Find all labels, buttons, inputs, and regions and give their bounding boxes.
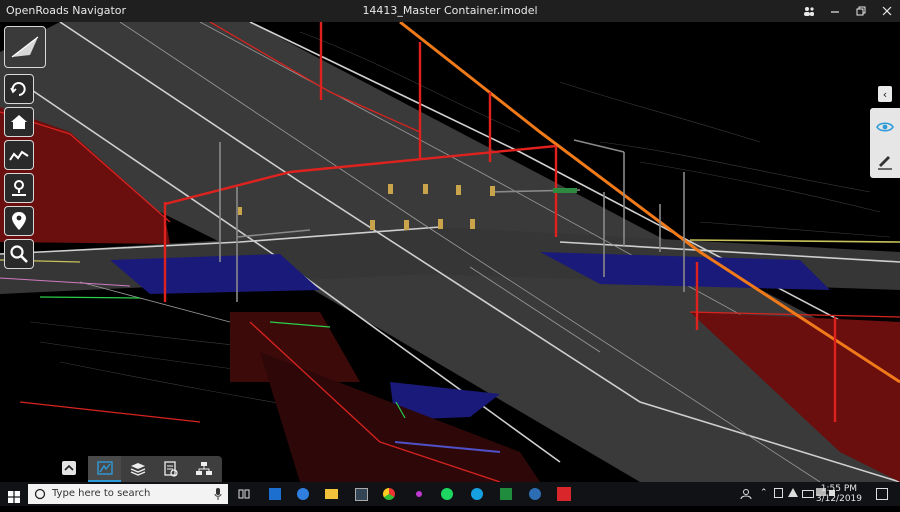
search-circle-icon <box>34 488 46 500</box>
title-bar: OpenRoads Navigator 14413_Master Contain… <box>0 0 900 22</box>
home-icon[interactable] <box>4 107 34 137</box>
tree-icon[interactable] <box>187 456 220 482</box>
3d-model-viewport[interactable] <box>0 22 900 482</box>
document-title: 14413_Master Container.imodel <box>362 4 538 17</box>
warning-icon[interactable] <box>788 488 798 512</box>
expand-toolbar-button[interactable] <box>62 461 76 475</box>
lock-icon[interactable] <box>774 488 783 512</box>
windows-start-icon[interactable] <box>8 488 20 507</box>
search-placeholder: Type here to search <box>52 488 151 499</box>
search-icon[interactable] <box>4 239 34 269</box>
minimize-icon[interactable] <box>822 0 848 22</box>
road-model-scene <box>0 22 900 482</box>
layers-icon[interactable] <box>121 456 154 482</box>
spotify-icon[interactable] <box>440 487 454 501</box>
bottom-toolbar <box>88 456 222 482</box>
windows-taskbar: Type here to search ⌃ 1:55 PM 3/12/2019 <box>0 482 900 506</box>
rotate-view-icon[interactable] <box>4 74 34 104</box>
chevron-up-icon <box>64 464 74 471</box>
file-explorer-icon[interactable] <box>324 487 338 501</box>
app-icon[interactable] <box>412 487 426 501</box>
wave-app-icon[interactable] <box>528 487 542 501</box>
people-tray-icon[interactable] <box>740 482 752 506</box>
close-icon[interactable] <box>874 0 900 22</box>
microphone-icon[interactable] <box>214 488 222 500</box>
outlook-icon[interactable] <box>268 487 282 501</box>
taskbar-clock[interactable]: 1:55 PM 3/12/2019 <box>816 484 862 504</box>
restore-icon[interactable] <box>848 0 874 22</box>
clock-time: 1:55 PM <box>820 484 858 494</box>
chart-app-icon[interactable] <box>499 487 513 501</box>
chevron-left-icon: ‹ <box>882 87 888 101</box>
taskbar-search-box[interactable]: Type here to search <box>28 484 228 504</box>
right-panel <box>870 108 900 178</box>
gallery-icon[interactable] <box>354 487 368 501</box>
task-view-icon[interactable] <box>237 487 251 501</box>
edge-icon[interactable] <box>296 487 310 501</box>
clock-date: 3/12/2019 <box>815 494 862 504</box>
skype-icon[interactable] <box>470 487 484 501</box>
markup-pen-icon[interactable] <box>870 144 900 178</box>
collapse-panel-button[interactable]: ‹ <box>878 86 892 102</box>
openroads-app-icon[interactable] <box>557 487 571 501</box>
chevron-up-tray-icon[interactable]: ⌃ <box>760 488 768 512</box>
battery-icon[interactable] <box>802 488 814 512</box>
model-view-icon[interactable] <box>88 456 121 482</box>
measure-icon[interactable] <box>4 140 34 170</box>
people-icon[interactable] <box>796 0 822 22</box>
location-pin-icon[interactable] <box>4 206 34 236</box>
chrome-icon[interactable] <box>382 487 396 501</box>
properties-icon[interactable] <box>154 456 187 482</box>
notifications-icon[interactable] <box>876 488 888 512</box>
view-tool-icon[interactable] <box>4 26 46 68</box>
walk-icon[interactable] <box>4 173 34 203</box>
window-controls <box>796 0 900 22</box>
visibility-eye-icon[interactable] <box>870 110 900 144</box>
